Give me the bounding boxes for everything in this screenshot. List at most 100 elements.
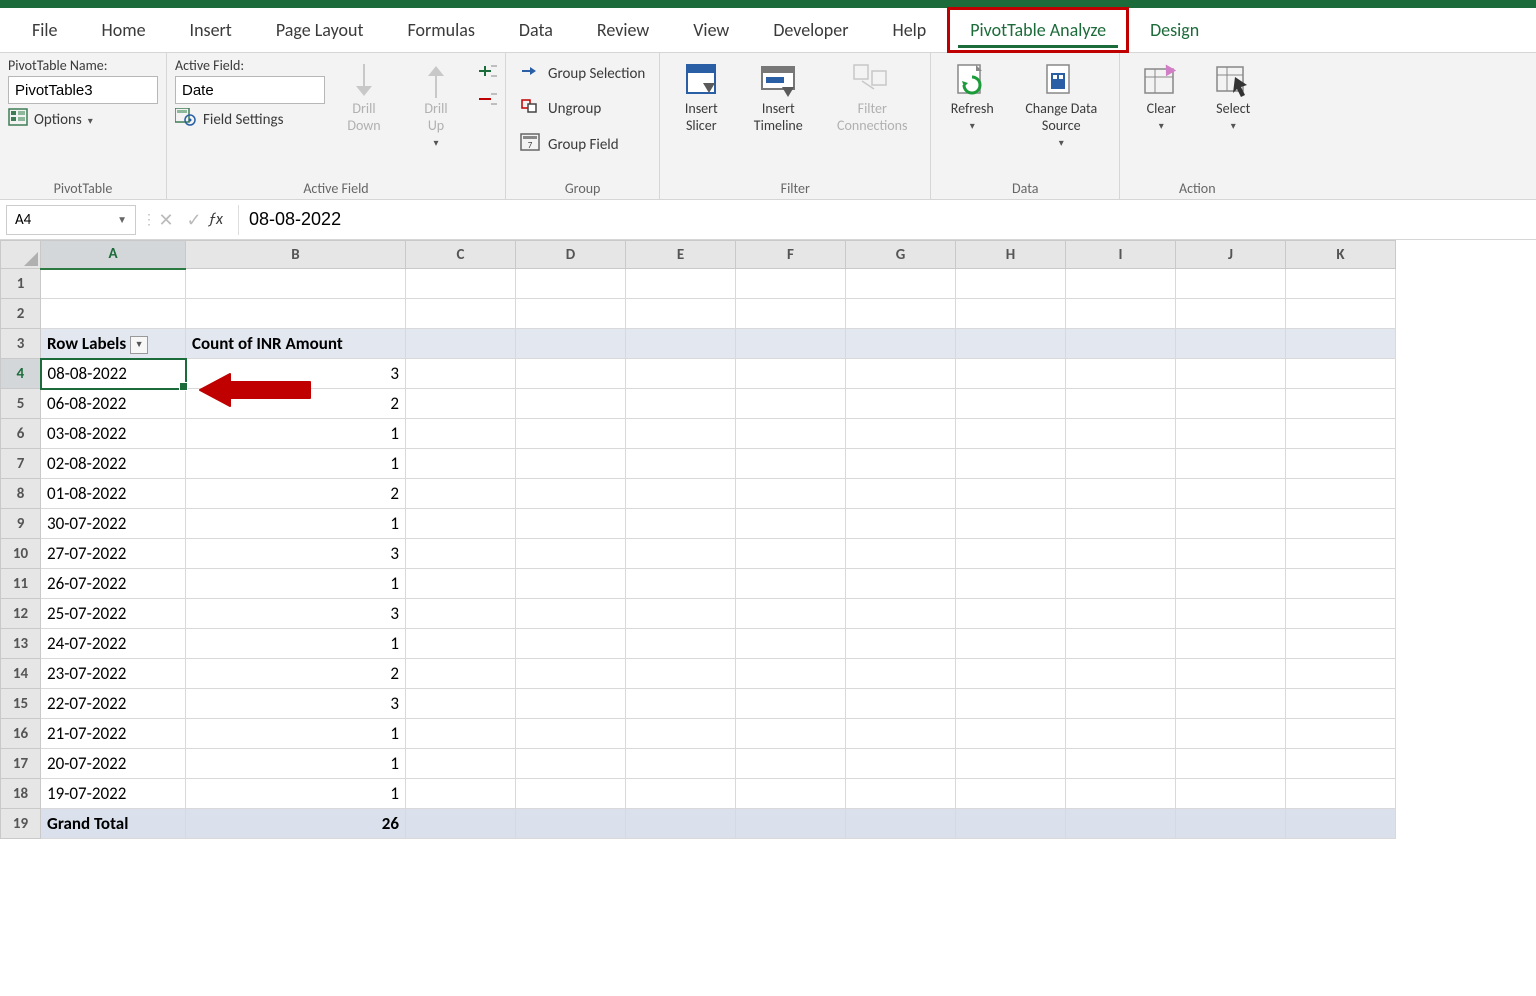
cell-I14[interactable] xyxy=(1066,659,1176,689)
cell-K1[interactable] xyxy=(1286,269,1396,299)
cancel-icon[interactable]: ✕ xyxy=(152,209,180,231)
active-field-input[interactable] xyxy=(175,76,325,104)
cell-D19[interactable] xyxy=(516,809,626,839)
cell-H18[interactable] xyxy=(956,779,1066,809)
cell-A3[interactable]: Row Labels▼ xyxy=(41,329,186,359)
filter-dropdown-icon[interactable]: ▼ xyxy=(130,336,148,354)
cell-I7[interactable] xyxy=(1066,449,1176,479)
cell-G15[interactable] xyxy=(846,689,956,719)
cell-H4[interactable] xyxy=(956,359,1066,389)
cell-B1[interactable] xyxy=(186,269,406,299)
cell-C6[interactable] xyxy=(406,419,516,449)
cell-J8[interactable] xyxy=(1176,479,1286,509)
tab-formulas[interactable]: Formulas xyxy=(386,8,497,52)
cell-I13[interactable] xyxy=(1066,629,1176,659)
tab-file[interactable]: File xyxy=(10,8,80,52)
cell-D4[interactable] xyxy=(516,359,626,389)
cell-D7[interactable] xyxy=(516,449,626,479)
row-header-1[interactable]: 1 xyxy=(1,269,41,299)
cell-B9[interactable]: 1 xyxy=(186,509,406,539)
cell-F14[interactable] xyxy=(736,659,846,689)
cell-B2[interactable] xyxy=(186,299,406,329)
group-field-button[interactable]: 7 Group Field xyxy=(514,129,651,160)
cell-I10[interactable] xyxy=(1066,539,1176,569)
cell-D10[interactable] xyxy=(516,539,626,569)
tab-developer[interactable]: Developer xyxy=(751,8,870,52)
cell-A14[interactable]: 23-07-2022 xyxy=(41,659,186,689)
cell-J5[interactable] xyxy=(1176,389,1286,419)
tab-home[interactable]: Home xyxy=(80,8,168,52)
cell-G8[interactable] xyxy=(846,479,956,509)
cell-B16[interactable]: 1 xyxy=(186,719,406,749)
cell-J9[interactable] xyxy=(1176,509,1286,539)
cell-K19[interactable] xyxy=(1286,809,1396,839)
cell-D2[interactable] xyxy=(516,299,626,329)
cell-D14[interactable] xyxy=(516,659,626,689)
cell-J13[interactable] xyxy=(1176,629,1286,659)
cell-A10[interactable]: 27-07-2022 xyxy=(41,539,186,569)
cell-I12[interactable] xyxy=(1066,599,1176,629)
cell-B5[interactable]: 2 xyxy=(186,389,406,419)
cell-A13[interactable]: 24-07-2022 xyxy=(41,629,186,659)
cell-B6[interactable]: 1 xyxy=(186,419,406,449)
row-header-19[interactable]: 19 xyxy=(1,809,41,839)
cell-H15[interactable] xyxy=(956,689,1066,719)
cell-D1[interactable] xyxy=(516,269,626,299)
cell-E17[interactable] xyxy=(626,749,736,779)
cell-J18[interactable] xyxy=(1176,779,1286,809)
cell-C15[interactable] xyxy=(406,689,516,719)
cell-I18[interactable] xyxy=(1066,779,1176,809)
cell-J14[interactable] xyxy=(1176,659,1286,689)
cell-F9[interactable] xyxy=(736,509,846,539)
cell-A6[interactable]: 03-08-2022 xyxy=(41,419,186,449)
row-header-5[interactable]: 5 xyxy=(1,389,41,419)
cell-K7[interactable] xyxy=(1286,449,1396,479)
cell-A16[interactable]: 21-07-2022 xyxy=(41,719,186,749)
collapse-field-icon[interactable] xyxy=(475,91,497,111)
cell-B15[interactable]: 3 xyxy=(186,689,406,719)
cell-I2[interactable] xyxy=(1066,299,1176,329)
column-header-F[interactable]: F xyxy=(736,241,846,269)
cell-B17[interactable]: 1 xyxy=(186,749,406,779)
cell-G10[interactable] xyxy=(846,539,956,569)
cell-H16[interactable] xyxy=(956,719,1066,749)
insert-timeline-button[interactable]: Insert Timeline xyxy=(740,57,816,139)
cell-E8[interactable] xyxy=(626,479,736,509)
cell-D6[interactable] xyxy=(516,419,626,449)
cell-C19[interactable] xyxy=(406,809,516,839)
tab-help[interactable]: Help xyxy=(870,8,948,52)
row-header-17[interactable]: 17 xyxy=(1,749,41,779)
cell-K12[interactable] xyxy=(1286,599,1396,629)
row-header-18[interactable]: 18 xyxy=(1,779,41,809)
row-header-13[interactable]: 13 xyxy=(1,629,41,659)
cell-G11[interactable] xyxy=(846,569,956,599)
cell-H13[interactable] xyxy=(956,629,1066,659)
column-header-J[interactable]: J xyxy=(1176,241,1286,269)
cell-C18[interactable] xyxy=(406,779,516,809)
select-all-corner[interactable] xyxy=(1,241,41,269)
tab-data[interactable]: Data xyxy=(497,8,575,52)
cell-B7[interactable]: 1 xyxy=(186,449,406,479)
cell-C4[interactable] xyxy=(406,359,516,389)
row-header-11[interactable]: 11 xyxy=(1,569,41,599)
cell-G19[interactable] xyxy=(846,809,956,839)
cell-D5[interactable] xyxy=(516,389,626,419)
cell-G9[interactable] xyxy=(846,509,956,539)
change-data-source-button[interactable]: Change Data Source ▾ xyxy=(1011,57,1111,153)
cell-F7[interactable] xyxy=(736,449,846,479)
cell-D12[interactable] xyxy=(516,599,626,629)
cell-F10[interactable] xyxy=(736,539,846,569)
cell-F12[interactable] xyxy=(736,599,846,629)
cell-J12[interactable] xyxy=(1176,599,1286,629)
refresh-button[interactable]: Refresh ▾ xyxy=(939,57,1005,136)
cell-E1[interactable] xyxy=(626,269,736,299)
cell-I4[interactable] xyxy=(1066,359,1176,389)
cell-I9[interactable] xyxy=(1066,509,1176,539)
cell-E7[interactable] xyxy=(626,449,736,479)
column-header-G[interactable]: G xyxy=(846,241,956,269)
cell-G2[interactable] xyxy=(846,299,956,329)
cell-F15[interactable] xyxy=(736,689,846,719)
cell-E16[interactable] xyxy=(626,719,736,749)
cell-J10[interactable] xyxy=(1176,539,1286,569)
cell-J7[interactable] xyxy=(1176,449,1286,479)
